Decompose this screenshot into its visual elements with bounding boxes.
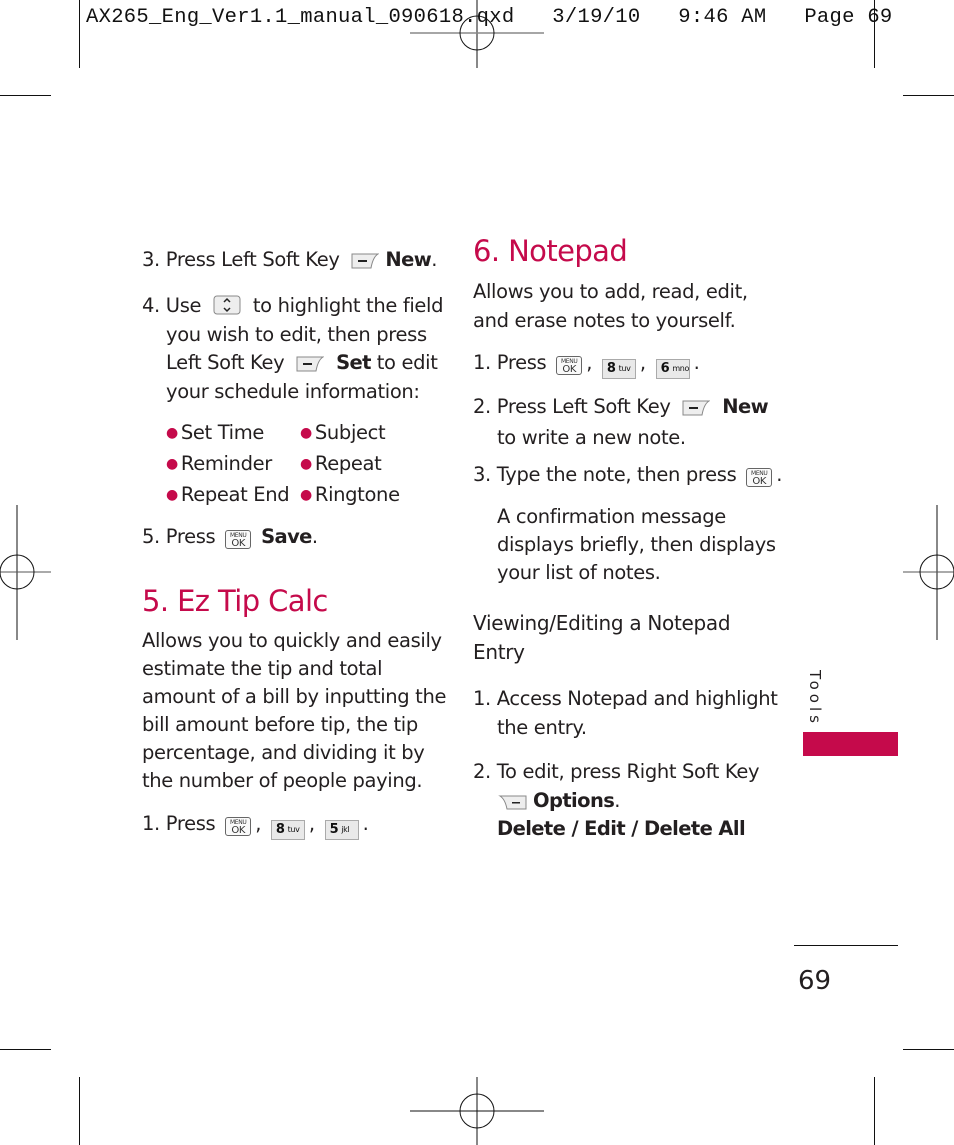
page-number-rule: [794, 945, 898, 946]
crop-mark: [79, 1077, 80, 1145]
page-number: 69: [798, 966, 832, 996]
options-menu-items: Delete / Edit / Delete All: [497, 817, 746, 840]
confirmation-note: A confirmation message displays briefly,…: [497, 505, 776, 584]
edit-step-1: 1. Access Notepad and highlight the entr…: [473, 687, 778, 739]
menu-ok-key-icon: MENU OK: [225, 817, 252, 836]
list-item-row: ● Repeat End ● Ringtone: [166, 483, 400, 506]
left-soft-key-icon: [682, 400, 711, 416]
notepad-step-1: 1. Press MENU OK, 8 tuv, 6 mno.: [473, 349, 700, 379]
left-step-4: 4. Use to highlight the field you wish t…: [142, 294, 444, 403]
section-tab-marker: [803, 732, 898, 756]
left-step-5: 5. Press MENU OK Save.: [142, 525, 318, 549]
bullet-icon: ●: [300, 487, 312, 503]
subheading-viewing-editing: Viewing/Editing a Notepad Entry: [473, 611, 731, 664]
ez-tip-calc-step-1: 1. Press MENU OK, 8 tuv, 5 jkl.: [142, 810, 369, 840]
navigation-key-icon: [213, 295, 241, 315]
section-title-notepad: 6. Notepad: [473, 234, 628, 268]
left-soft-key-icon: [351, 253, 380, 269]
list-item-row: ● Set Time ● Subject: [166, 421, 386, 444]
menu-ok-key-icon: MENU OK: [225, 530, 252, 549]
key-8-icon: 8 tuv: [270, 820, 305, 840]
bullet-icon: ●: [300, 456, 312, 472]
section-title-ez-tip-calc: 5. Ez Tip Calc: [142, 584, 328, 618]
registration-mark-top: [410, 0, 544, 68]
right-soft-key-icon: [497, 794, 527, 810]
crop-mark: [903, 1049, 954, 1050]
section-tab-label: Tools: [806, 670, 824, 727]
bullet-icon: ●: [300, 425, 312, 441]
crop-mark: [903, 95, 954, 96]
notepad-step-2: 2. Press Left Soft Key New to write a ne…: [473, 395, 769, 449]
key-5-icon: 5 jkl: [324, 820, 359, 840]
registration-mark-right: [903, 505, 954, 640]
crop-mark: [874, 0, 875, 68]
crop-mark: [79, 0, 80, 68]
crop-mark: [0, 1049, 51, 1050]
edit-step-2: 2. To edit, press Right Soft Key Options…: [473, 758, 760, 844]
ez-tip-calc-description: Allows you to quickly and easily estimat…: [142, 629, 447, 792]
notepad-description: Allows you to add, read, edit, and erase…: [473, 280, 748, 332]
crop-mark: [0, 95, 51, 96]
registration-mark-bottom: [410, 1077, 544, 1145]
key-8-icon: 8 tuv: [601, 359, 636, 379]
list-item-row: ● Reminder ● Repeat: [166, 452, 382, 475]
left-step-3: 3. Press Left Soft Key New.: [142, 248, 438, 271]
bullet-icon: ●: [166, 425, 178, 441]
bullet-icon: ●: [166, 487, 178, 503]
step-number: 3.: [142, 248, 160, 271]
notepad-step-3: 3. Type the note, then press MENU OK.: [473, 463, 783, 487]
registration-mark-left: [0, 505, 51, 640]
menu-ok-key-icon: MENU OK: [556, 356, 583, 375]
menu-ok-key-icon: MENU OK: [746, 468, 773, 487]
key-6-icon: 6 mno: [655, 359, 690, 379]
schedule-field-list: ● Set Time ● Subject ● Reminder ● Repeat ● Repe…: [166, 419, 400, 512]
bullet-icon: ●: [166, 456, 178, 472]
left-soft-key-icon: [296, 356, 325, 372]
crop-mark: [874, 1077, 875, 1145]
